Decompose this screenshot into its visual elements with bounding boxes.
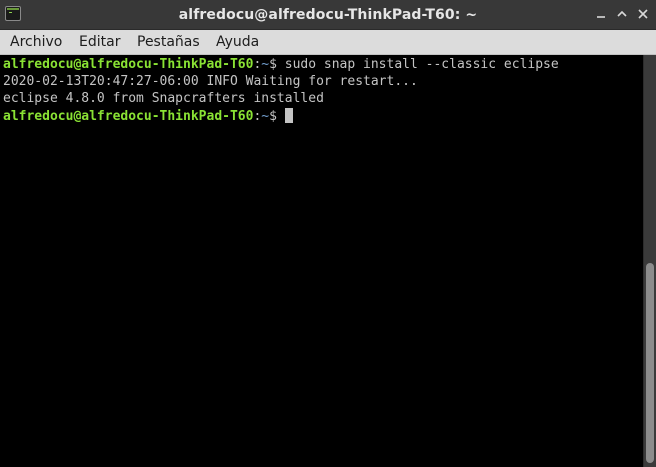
- prompt-user-host: alfredocu@alfredocu-ThinkPad-T60: [3, 57, 254, 72]
- menu-editar[interactable]: Editar: [79, 30, 120, 54]
- prompt-path: ~: [261, 109, 270, 124]
- prompt-symbol: $: [269, 109, 277, 124]
- terminal-line: 2020-02-13T20:47:27-06:00 INFO Waiting f…: [3, 74, 418, 89]
- text-cursor: [284, 108, 293, 123]
- title-bar[interactable]: alfredocu@alfredocu-ThinkPad-T60: ~: [0, 0, 656, 30]
- close-icon: [638, 9, 648, 19]
- terminal-window: alfredocu@alfredocu-ThinkPad-T60: ~ Arch…: [0, 0, 656, 467]
- prompt-path: ~: [261, 57, 270, 72]
- minimize-icon: [597, 16, 605, 18]
- menu-ayuda[interactable]: Ayuda: [216, 30, 259, 54]
- command-text: [277, 109, 285, 124]
- menu-archivo[interactable]: Archivo: [10, 30, 62, 54]
- command-text: sudo snap install --classic eclipse: [276, 57, 559, 72]
- minimize-button[interactable]: [592, 5, 610, 23]
- scrollbar-thumb[interactable]: [646, 263, 654, 463]
- terminal-line: alfredocu@alfredocu-ThinkPad-T60:~$ sudo…: [3, 56, 559, 73]
- terminal-line: eclipse 4.8.0 from Snapcrafters installe…: [3, 91, 324, 106]
- menu-pestanas[interactable]: Pestañas: [137, 30, 200, 54]
- terminal-output[interactable]: alfredocu@alfredocu-ThinkPad-T60:~$ sudo…: [0, 55, 643, 467]
- window-title: alfredocu@alfredocu-ThinkPad-T60: ~: [178, 7, 478, 23]
- terminal-line: alfredocu@alfredocu-ThinkPad-T60:~$: [3, 108, 293, 125]
- scrollbar[interactable]: [643, 55, 656, 467]
- maximize-button[interactable]: [613, 5, 631, 23]
- prompt-symbol: $: [269, 57, 277, 72]
- menu-bar: Archivo Editar Pestañas Ayuda: [0, 30, 656, 55]
- close-button[interactable]: [634, 5, 652, 23]
- prompt-user-host: alfredocu@alfredocu-ThinkPad-T60: [3, 109, 254, 124]
- maximize-icon: [617, 10, 627, 17]
